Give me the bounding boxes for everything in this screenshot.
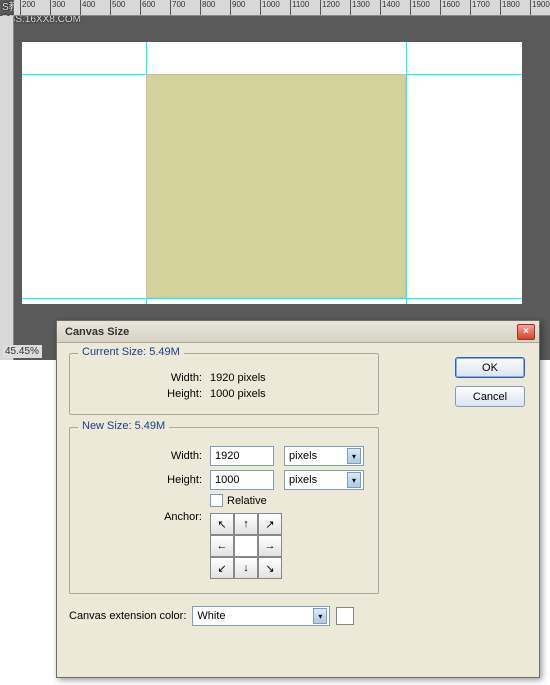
anchor-e[interactable]: →: [258, 535, 282, 557]
ruler-tick: 400: [80, 0, 95, 16]
anchor-nw[interactable]: ↖: [210, 513, 234, 535]
height-unit-select[interactable]: pixels ▾: [284, 470, 364, 490]
ruler-tick: 500: [110, 0, 125, 16]
ruler-tick: 900: [230, 0, 245, 16]
arrow-nw-icon: ↖: [217, 518, 226, 531]
new-size-legend: New Size: 5.49M: [78, 420, 169, 432]
arrow-e-icon: →: [265, 540, 276, 552]
width-unit-select[interactable]: pixels ▾: [284, 446, 364, 466]
width-unit-value: pixels: [289, 450, 317, 462]
anchor-ne[interactable]: ↗: [258, 513, 282, 535]
chevron-down-icon: ▾: [313, 608, 327, 624]
anchor-se[interactable]: ↘: [258, 557, 282, 579]
anchor-center[interactable]: [234, 535, 258, 557]
guide-horizontal[interactable]: [22, 298, 522, 299]
ruler-tick: 700: [170, 0, 185, 16]
ruler-tick: 300: [50, 0, 65, 16]
anchor-n[interactable]: ↑: [234, 513, 258, 535]
arrow-ne-icon: ↗: [265, 518, 274, 531]
arrow-w-icon: ←: [217, 540, 228, 552]
dialog-button-column: OK Cancel: [455, 357, 525, 407]
new-width-input[interactable]: [210, 446, 274, 466]
chevron-down-icon: ▾: [347, 472, 361, 488]
new-height-input[interactable]: [210, 470, 274, 490]
anchor-grid: ↖ ↑ ↗ ← → ↙ ↓ ↘: [210, 513, 282, 579]
cancel-button[interactable]: Cancel: [455, 386, 525, 407]
ruler-tick: 1100: [290, 0, 309, 16]
ruler-tick: 1000: [260, 0, 280, 16]
ruler-tick: 600: [140, 0, 155, 16]
guide-vertical[interactable]: [406, 42, 407, 304]
ruler-tick: 1900: [530, 0, 550, 16]
ruler-tick: 1700: [470, 0, 490, 16]
arrow-n-icon: ↑: [243, 518, 249, 530]
ok-button[interactable]: OK: [455, 357, 525, 378]
anchor-label: Anchor:: [80, 511, 210, 523]
height-unit-value: pixels: [289, 474, 317, 486]
arrow-s-icon: ↓: [243, 562, 249, 574]
dialog-title: Canvas Size: [61, 326, 517, 338]
ok-label: OK: [482, 362, 498, 374]
document-canvas[interactable]: [22, 42, 522, 304]
close-icon: ×: [523, 326, 529, 337]
canvas-size-dialog: Canvas Size × OK Cancel Current Size: 5.…: [56, 320, 540, 678]
current-size-group: Current Size: 5.49M Width: 1920 pixels H…: [69, 353, 379, 415]
dialog-body: OK Cancel Current Size: 5.49M Width: 192…: [57, 343, 539, 677]
ruler-tick: 1600: [440, 0, 460, 16]
extension-color-select[interactable]: White ▾: [192, 606, 330, 626]
ruler-tick: 1400: [380, 0, 400, 16]
ruler-tick: 1500: [410, 0, 430, 16]
arrow-se-icon: ↘: [265, 562, 274, 575]
photoshop-workspace: S教程论坛 BBS.16XX8.COM 20030040050060070080…: [0, 0, 550, 360]
arrow-sw-icon: ↙: [217, 562, 226, 575]
zoom-level[interactable]: 45.45%: [2, 345, 42, 358]
ruler-tick: 200: [20, 0, 35, 16]
anchor-w[interactable]: ←: [210, 535, 234, 557]
ruler-vertical: [0, 16, 14, 360]
extension-color-swatch[interactable]: [336, 607, 354, 625]
ruler-tick: 800: [200, 0, 215, 16]
dialog-titlebar[interactable]: Canvas Size ×: [57, 321, 539, 343]
extension-color-row: Canvas extension color: White ▾: [69, 606, 527, 626]
ruler-horizontal: 200 300 400 500 600 700 800 900 1000 1100 1200 1300…: [14, 0, 550, 16]
new-size-group: New Size: 5.49M Width: pixels ▾ Height: …: [69, 427, 379, 594]
current-size-legend: Current Size: 5.49M: [78, 346, 184, 358]
anchor-sw[interactable]: ↙: [210, 557, 234, 579]
new-width-label: Width:: [80, 450, 210, 462]
current-width-label: Width:: [80, 372, 210, 384]
extension-color-label: Canvas extension color:: [69, 610, 192, 622]
relative-label: Relative: [227, 495, 267, 507]
new-height-label: Height:: [80, 474, 210, 486]
extension-color-value: White: [197, 610, 225, 622]
ruler-tick: 1800: [500, 0, 520, 16]
ruler-tick: 1200: [320, 0, 340, 16]
current-height-value: 1000 pixels: [210, 388, 266, 400]
anchor-s[interactable]: ↓: [234, 557, 258, 579]
cancel-label: Cancel: [473, 391, 507, 403]
chevron-down-icon: ▾: [347, 448, 361, 464]
ruler-tick: 1300: [350, 0, 370, 16]
shape-rectangle[interactable]: [146, 74, 406, 298]
relative-checkbox[interactable]: [210, 494, 223, 507]
close-button[interactable]: ×: [517, 324, 535, 340]
current-width-value: 1920 pixels: [210, 372, 266, 384]
current-height-label: Height:: [80, 388, 210, 400]
